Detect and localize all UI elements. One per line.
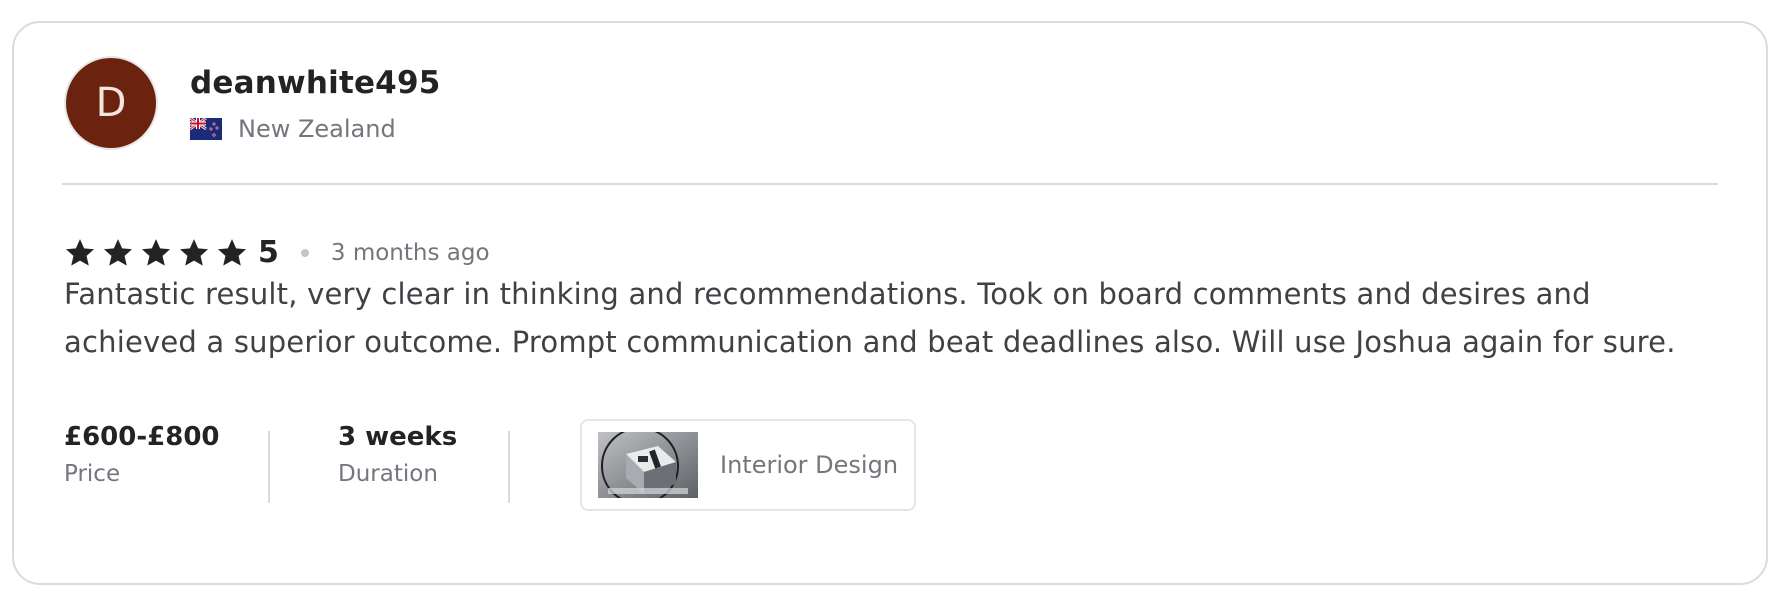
- avatar: D: [64, 56, 158, 150]
- rating-row: 5 3 months ago: [64, 235, 490, 270]
- new-zealand-flag-icon: [190, 118, 222, 140]
- price-label: Price: [64, 461, 121, 487]
- star-icon: [180, 238, 208, 266]
- duration-detail: 3 weeks Duration: [338, 419, 508, 487]
- star-icon: [142, 238, 170, 266]
- avatar-initial: D: [95, 80, 127, 126]
- price-detail: £600-£800 Price: [64, 419, 268, 487]
- star-icon: [104, 238, 132, 266]
- reviewer-header: D deanwhite495 New Zealand: [64, 55, 441, 151]
- details-divider: [508, 431, 510, 503]
- category-name: Interior Design: [720, 451, 899, 479]
- price-value: £600-£800: [64, 422, 220, 452]
- review-time-ago: 3 months ago: [330, 239, 490, 266]
- reviewer-username: deanwhite495: [190, 65, 441, 101]
- star-icon: [218, 238, 246, 266]
- order-details: £600-£800 Price 3 weeks Duration Interio…: [64, 419, 917, 519]
- reviewer-info: deanwhite495 New Zealand: [190, 63, 441, 143]
- star-rating: [64, 237, 248, 269]
- reviewer-country: New Zealand: [190, 115, 441, 143]
- star-icon: [66, 238, 94, 266]
- interior-design-thumbnail-icon: [598, 432, 698, 498]
- review-card: D deanwhite495 New Zealand 5 3 months ag…: [12, 21, 1768, 585]
- rating-value: 5: [258, 235, 279, 270]
- details-divider: [268, 431, 270, 503]
- review-text: Fantastic result, very clear in thinking…: [64, 277, 1676, 359]
- separator-dot: [300, 248, 309, 257]
- duration-value: 3 weeks: [338, 422, 458, 452]
- country-name: New Zealand: [238, 115, 396, 143]
- category-chip[interactable]: Interior Design: [580, 419, 917, 511]
- header-divider: [62, 183, 1718, 185]
- duration-label: Duration: [338, 461, 438, 487]
